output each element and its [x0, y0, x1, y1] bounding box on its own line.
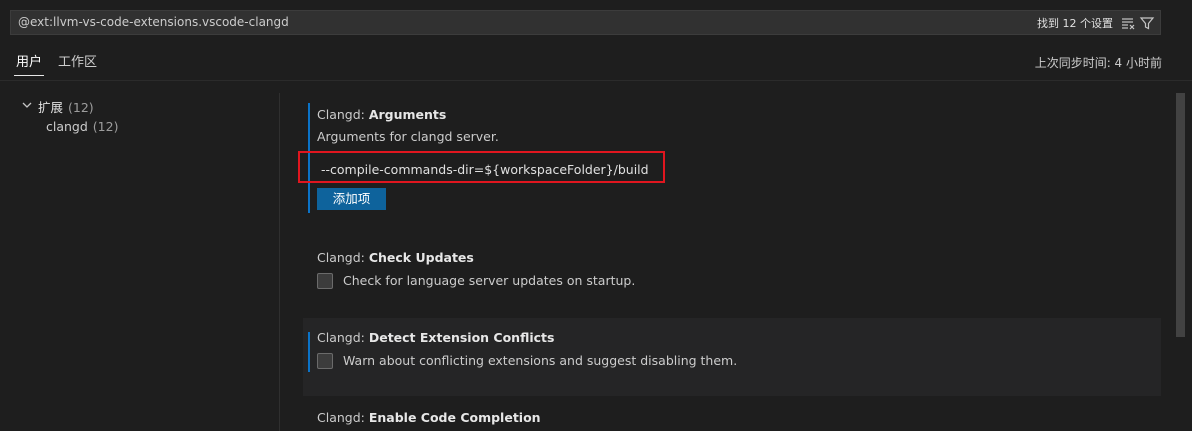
scrollbar-thumb[interactable] [1176, 93, 1185, 337]
settings-list: Clangd: Arguments Arguments for clangd s… [303, 93, 1161, 431]
search-result-count: 找到 12 个设置 [1037, 17, 1113, 30]
setting-name: Check Updates [368, 250, 474, 265]
toc-item-label: 扩展 [38, 100, 64, 115]
setting-category: Clangd: [317, 107, 369, 122]
tab-workspace[interactable]: 工作区 [58, 51, 97, 70]
setting-category: Clangd: [317, 330, 369, 345]
settings-toc: 扩展 (12) clangd (12) [20, 96, 270, 140]
sync-status: 上次同步时间: 4 小时前 [1034, 56, 1162, 70]
toc-item-label: clangd [46, 119, 88, 134]
setting-category: Clangd: [317, 250, 369, 265]
setting-name: Arguments [368, 107, 447, 122]
setting-name: Detect Extension Conflicts [368, 330, 555, 345]
checkbox-label: Warn about conflicting extensions and su… [343, 353, 738, 368]
add-item-button[interactable]: 添加项 [317, 188, 386, 210]
setting-enable-code-completion: Clangd: Enable Code Completion [303, 398, 1161, 431]
toc-item-count: (12) [68, 100, 94, 115]
sash-divider[interactable] [279, 93, 280, 431]
focus-indicator [308, 332, 310, 372]
header-divider [0, 80, 1192, 81]
clear-filter-icon[interactable] [1120, 15, 1136, 31]
setting-title: Clangd: Arguments [317, 107, 446, 122]
setting-check-updates: Clangd: Check Updates Check for language… [303, 239, 1161, 309]
detect-conflicts-checkbox[interactable] [317, 353, 333, 369]
search-query-text: @ext:llvm-vs-code-extensions.vscode-clan… [18, 15, 289, 29]
setting-title: Clangd: Check Updates [317, 250, 474, 265]
filter-icon[interactable] [1139, 15, 1155, 31]
setting-title: Clangd: Enable Code Completion [317, 410, 541, 425]
setting-name: Enable Code Completion [368, 410, 541, 425]
toc-item-clangd[interactable]: clangd (12) [20, 118, 270, 140]
toc-item-count: (12) [92, 119, 119, 134]
checkbox-label: Check for language server updates on sta… [343, 273, 636, 288]
highlight-box [298, 151, 665, 183]
setting-description: Arguments for clangd server. [317, 129, 499, 144]
check-updates-checkbox[interactable] [317, 273, 333, 289]
toc-item-extensions[interactable]: 扩展 (12) [20, 96, 270, 118]
settings-search-input[interactable]: @ext:llvm-vs-code-extensions.vscode-clan… [10, 10, 1161, 35]
setting-title: Clangd: Detect Extension Conflicts [317, 330, 554, 345]
tab-user[interactable]: 用户 [13, 51, 45, 76]
chevron-down-icon [20, 98, 34, 112]
setting-detect-extension-conflicts: Clangd: Detect Extension Conflicts Warn … [303, 318, 1161, 396]
setting-category: Clangd: [317, 410, 369, 425]
